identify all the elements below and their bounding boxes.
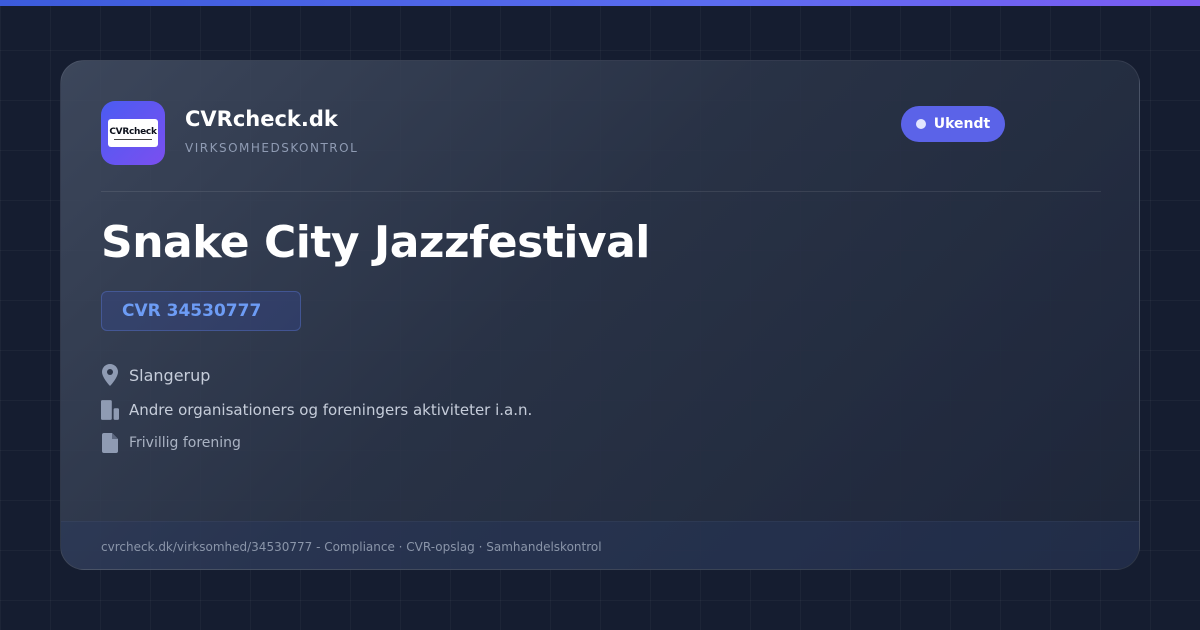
logo-text: CVRcheck	[109, 126, 157, 137]
brand-name: CVRcheck.dk	[185, 107, 338, 131]
status-dot-icon	[915, 119, 926, 129]
document-icon	[101, 432, 119, 454]
cvr-number: CVR 34530777	[122, 301, 262, 321]
building-icon	[101, 399, 119, 421]
footer-text: cvrcheck.dk/virksomhed/34530777 - Compli…	[101, 539, 602, 554]
cvr-badge: CVR 34530777	[101, 291, 301, 331]
info-row-location: Slangerup	[101, 364, 210, 386]
company-name: Snake City Jazzfestival	[101, 217, 650, 268]
status-label: Ukendt	[933, 116, 991, 132]
info-row-legal-form: Frivillig forening	[101, 432, 241, 454]
brand-logo: CVRcheck	[101, 101, 165, 165]
info-row-industry: Andre organisationers og foreningers akt…	[101, 399, 532, 421]
legal-form-text: Frivillig forening	[129, 435, 241, 451]
header-divider	[101, 191, 1101, 192]
industry-text: Andre organisationers og foreningers akt…	[129, 401, 533, 419]
location-text: Slangerup	[129, 365, 211, 385]
top-accent-bar	[0, 0, 1200, 6]
card-footer: cvrcheck.dk/virksomhed/34530777 - Compli…	[61, 521, 1139, 569]
brand-tagline: VIRKSOMHEDSKONTROL	[185, 141, 359, 155]
status-badge: Ukendt	[901, 106, 1005, 142]
map-pin-icon	[101, 364, 119, 386]
company-card: CVRcheck CVRcheck.dk VIRKSOMHEDSKONTROL …	[60, 60, 1140, 570]
